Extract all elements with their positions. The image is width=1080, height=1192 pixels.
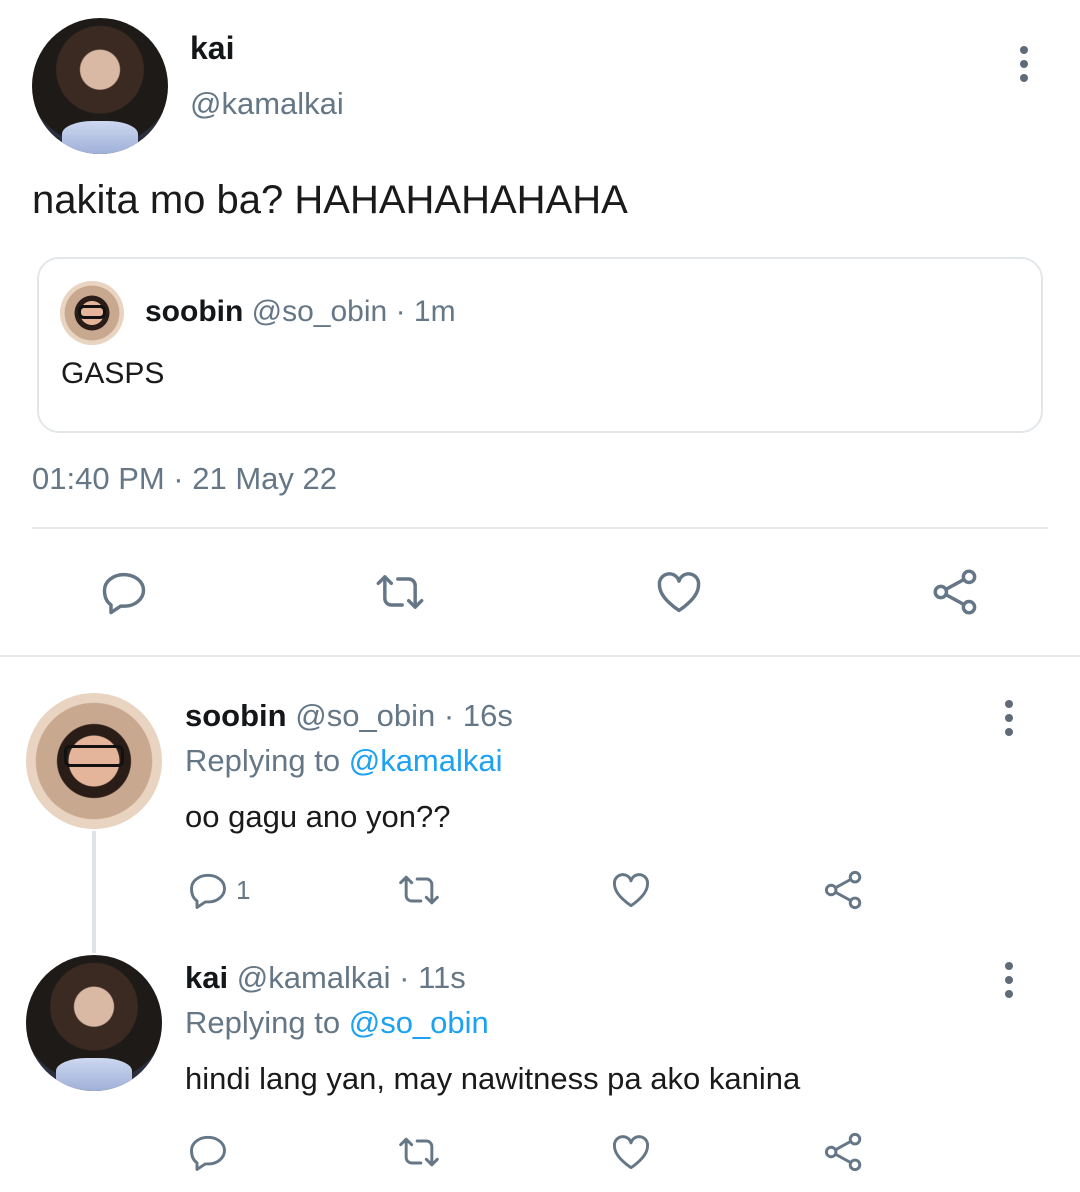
like-button[interactable] [609,868,653,912]
reply-time: · 16s [443,698,513,733]
quoted-display-name: soobin [145,295,244,328]
retweet-icon [399,875,439,905]
reply-button[interactable] [98,566,150,618]
like-icon [613,873,649,908]
reply-icon [102,572,146,615]
replying-to: Replying to @so_obin [185,1005,489,1041]
retweet-button[interactable] [395,868,443,912]
reply-avatar[interactable] [26,955,162,1091]
more-options-icon[interactable] [1003,962,1015,998]
reply-count: 1 [236,874,251,905]
section-divider [0,655,1080,657]
more-options-icon[interactable] [1018,46,1030,82]
reply-avatar[interactable] [26,693,162,829]
reply-icon [190,873,226,909]
replying-to-label: Replying to [185,743,341,778]
like-icon [613,1135,649,1170]
like-button[interactable] [609,1130,653,1174]
share-button[interactable] [930,566,982,618]
share-button[interactable] [822,868,866,912]
reply-handle[interactable]: @so_obin [295,698,435,733]
retweet-button[interactable] [395,1130,443,1174]
share-button[interactable] [822,1130,866,1174]
reply-header: soobin @so_obin · 16s [185,698,513,734]
reply-display-name[interactable]: kai [185,960,228,995]
reply-header: kai @kamalkai · 11s [185,960,466,996]
share-icon [824,1132,862,1172]
quoted-tweet-card[interactable] [37,257,1043,433]
reply-button[interactable] [186,1130,230,1174]
retweet-icon [376,575,424,609]
retweet-button[interactable] [372,566,428,618]
thread-line [92,831,96,953]
replying-to-link[interactable]: @kamalkai [349,743,503,778]
reply-button[interactable]: 1 [186,868,250,912]
replying-to-link[interactable]: @so_obin [349,1005,489,1040]
like-icon [657,572,701,613]
replying-to-label: Replying to [185,1005,341,1040]
tweet-timestamp: 01:40 PM · 21 May 22 [32,461,337,496]
tweet-text: nakita mo ba? HAHAHAHAHAHA [32,178,628,222]
reply-text: hindi lang yan, may nawitness pa ako kan… [185,1061,801,1096]
divider [32,527,1048,529]
reply-text: oo gagu ano yon?? [185,799,451,834]
reply-icon [190,1135,226,1171]
replying-to: Replying to @kamalkai [185,743,503,779]
share-icon [933,569,977,615]
like-button[interactable] [653,566,705,618]
author-display-name[interactable]: kai [190,30,234,67]
quoted-handle: @so_obin [251,295,388,328]
more-options-icon[interactable] [1003,700,1015,736]
author-handle[interactable]: @kamalkai [190,86,344,122]
avatar[interactable] [32,18,168,154]
retweet-icon [399,1137,439,1167]
share-icon [824,870,862,910]
quoted-avatar [60,281,124,345]
quoted-text: GASPS [61,357,165,390]
quoted-time: · 1m [395,295,456,328]
reply-handle[interactable]: @kamalkai [237,960,391,995]
reply-time: · 11s [399,960,466,995]
quoted-header: soobin @so_obin · 1m [145,295,456,329]
reply-display-name[interactable]: soobin [185,698,287,733]
